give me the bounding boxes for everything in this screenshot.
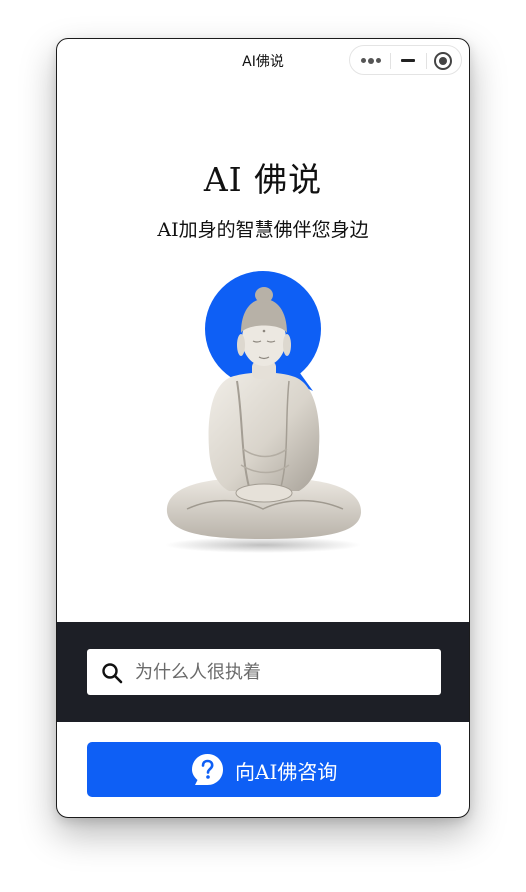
page-subtitle: AI加身的智慧佛伴您身边: [157, 219, 369, 241]
mini-program-window: AI佛说 AI 佛说 AI加身的智慧佛伴您身边 为什么人很执着 向AI佛咨询: [56, 38, 470, 818]
ask-button-label: 向AI佛咨询: [235, 760, 338, 784]
page-title: AI 佛说: [203, 160, 323, 199]
question-bubble-icon: [192, 754, 223, 785]
search-icon: [102, 663, 123, 684]
more-dots-icon[interactable]: [361, 57, 381, 64]
buddha-illustration: [165, 271, 362, 553]
ask-ai-buddha-button[interactable]: 向AI佛咨询: [87, 742, 441, 797]
minimize-icon[interactable]: [401, 59, 415, 62]
capsule-divider: [390, 53, 391, 69]
target-circle-icon[interactable]: [434, 52, 452, 70]
capsule-menu: [349, 45, 462, 75]
search-panel: [57, 622, 469, 722]
search-input[interactable]: [135, 649, 425, 695]
navigation-bar: AI佛说: [57, 39, 469, 83]
capsule-divider: [426, 53, 427, 69]
search-box[interactable]: [87, 649, 441, 695]
